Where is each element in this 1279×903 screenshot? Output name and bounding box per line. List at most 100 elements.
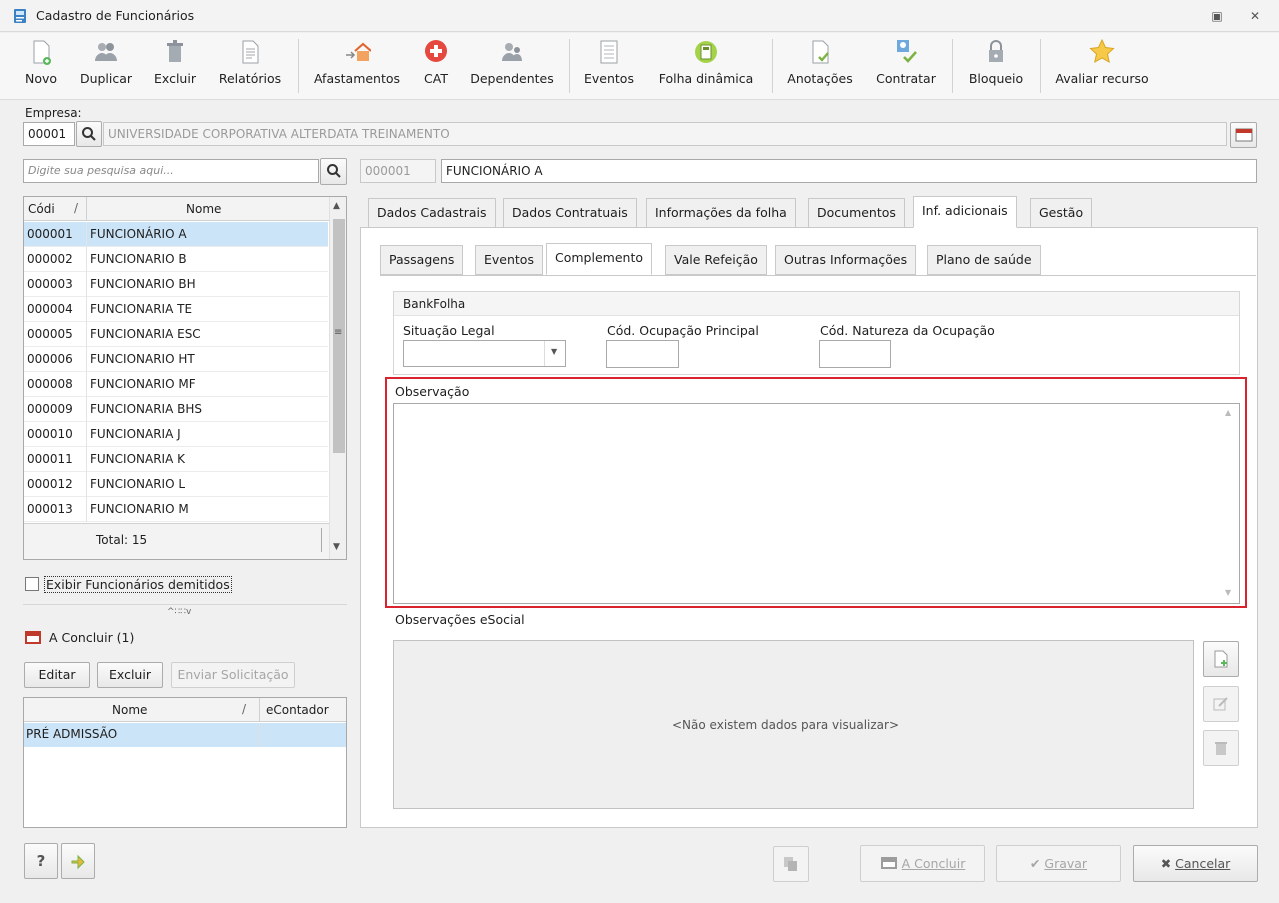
pending-col-name[interactable]: Nome [112, 703, 147, 717]
table-row[interactable]: 000004 FUNCIONARIA TE [24, 297, 328, 322]
pending-col-econtador[interactable]: eContador [266, 703, 329, 717]
close-icon[interactable]: ✕ [1244, 6, 1266, 26]
empresa-code-field[interactable]: 00001 [23, 122, 75, 146]
employee-code: 000001 [27, 227, 73, 241]
splitter-handle[interactable]: ^∷∷v [167, 607, 191, 617]
observacao-scrollbar[interactable]: ▲ ▼ [1222, 404, 1239, 603]
tab-vale-refeicao[interactable]: Vale Refeição [665, 245, 767, 275]
search-button[interactable] [320, 158, 347, 185]
natureza-field[interactable] [819, 340, 891, 368]
table-row[interactable]: 000003 FUNCIONARIO BH [24, 272, 328, 297]
send-request-button[interactable]: Enviar Solicitação [171, 662, 295, 688]
search-icon [326, 164, 341, 178]
edit-button[interactable]: Editar [24, 662, 90, 688]
table-row[interactable]: 000001 FUNCIONÁRIO A [24, 222, 328, 247]
add-document-icon [1214, 650, 1228, 668]
house-arrow-icon [346, 42, 371, 61]
employee-code: 000008 [27, 377, 73, 391]
users-icon [95, 43, 117, 61]
employee-name: FUNCIONARIO B [90, 252, 187, 266]
esocial-delete-button[interactable] [1203, 730, 1239, 766]
employee-code: 000010 [27, 427, 73, 441]
total-label: Total: 15 [96, 533, 148, 547]
restore-icon[interactable]: ▣ [1206, 6, 1228, 26]
table-row[interactable]: 000012 FUNCIONARIO L [24, 472, 328, 497]
employee-code: 000009 [27, 402, 73, 416]
employee-code: 000004 [27, 302, 73, 316]
sub-tabs: Passagens Eventos Complemento Vale Refei… [380, 243, 1260, 277]
folha-dinamica-button[interactable]: Folha dinâmica [650, 37, 762, 95]
tab-outras-informacoes[interactable]: Outras Informações [775, 245, 917, 275]
table-row[interactable]: 000002 FUNCIONARIO B [24, 247, 328, 272]
cat-button[interactable]: CAT [416, 37, 456, 95]
notes-check-icon [812, 40, 829, 64]
table-row[interactable]: 000010 FUNCIONARIA J [24, 422, 328, 447]
show-dismissed-checkbox[interactable] [25, 577, 39, 591]
anotacoes-button[interactable]: Anotações [780, 37, 860, 95]
col-code[interactable]: Códi [28, 202, 55, 216]
afastamentos-button[interactable]: Afastamentos [308, 37, 406, 95]
tab-dados-cadastrais[interactable]: Dados Cadastrais [368, 198, 496, 228]
duplicar-button[interactable]: Duplicar [76, 37, 136, 95]
excluir-button[interactable]: Excluir [148, 37, 202, 95]
gravar-button[interactable]: ✔ Gravar [996, 845, 1121, 882]
export-button[interactable] [61, 843, 95, 879]
tab-eventos[interactable]: Eventos [475, 245, 543, 275]
eventos-button[interactable]: Eventos [578, 37, 640, 95]
cancelar-button[interactable]: ✖ Cancelar [1133, 845, 1258, 882]
tab-dados-contratuais[interactable]: Dados Contratuais [503, 198, 637, 228]
export-icon [71, 854, 85, 870]
observacao-label: Observação [395, 384, 470, 399]
show-dismissed-label[interactable]: Exibir Funcionários demitidos [44, 576, 232, 593]
esocial-add-button[interactable] [1203, 641, 1239, 677]
dependentes-button[interactable]: Dependentes [466, 37, 558, 95]
col-name[interactable]: Nome [186, 202, 221, 216]
contratar-button[interactable]: Contratar [868, 37, 944, 95]
tab-documentos[interactable]: Documentos [808, 198, 905, 228]
window-title: Cadastro de Funcionários [36, 8, 195, 23]
situacao-select[interactable]: ▼ [403, 340, 566, 367]
tab-gestao[interactable]: Gestão [1030, 198, 1093, 228]
bloqueio-button[interactable]: Bloqueio [960, 37, 1032, 95]
delete-pending-button[interactable]: Excluir [97, 662, 163, 688]
pending-icon [25, 631, 41, 644]
ocupacao-field[interactable] [606, 340, 679, 368]
esocial-label: Observações eSocial [395, 612, 525, 627]
employee-code: 000003 [27, 277, 73, 291]
table-row[interactable]: 000011 FUNCIONARIA K [24, 447, 328, 472]
tab-complemento[interactable]: Complemento [546, 243, 652, 275]
grid-footer: Total: 15 [24, 523, 329, 559]
tab-plano-saude[interactable]: Plano de saúde [927, 245, 1041, 275]
table-row[interactable]: PRÉ ADMISSÃO [24, 723, 346, 747]
table-row[interactable]: 000013 FUNCIONARIO M [24, 497, 328, 522]
dependents-icon [502, 43, 522, 61]
search-input[interactable]: Digite sua pesquisa aqui... [23, 159, 319, 183]
selected-name-field[interactable]: FUNCIONÁRIO A [441, 159, 1257, 183]
table-row[interactable]: 000008 FUNCIONARIO MF [24, 372, 328, 397]
help-button[interactable]: ? [24, 843, 58, 879]
tab-inf-adicionais[interactable]: Inf. adicionais [913, 196, 1017, 228]
scrollbar[interactable]: ▲ ≡ ▼ [329, 197, 346, 559]
app-icon [14, 9, 26, 23]
novo-button[interactable]: Novo [17, 37, 65, 95]
table-row[interactable]: 000006 FUNCIONARIO HT [24, 347, 328, 372]
relatorios-button[interactable]: Relatórios [213, 37, 287, 95]
employee-name: FUNCIONARIA ESC [90, 327, 201, 341]
close-icon: ✖ [1160, 856, 1172, 871]
empresa-search-button[interactable] [76, 121, 102, 147]
search-icon [82, 127, 96, 141]
table-row[interactable]: 000005 FUNCIONARIA ESC [24, 322, 328, 347]
empresa-calendar-button[interactable] [1230, 122, 1257, 148]
tab-informacoes-folha[interactable]: Informações da folha [646, 198, 796, 228]
tab-passagens[interactable]: Passagens [380, 245, 464, 275]
copy-button[interactable] [773, 846, 809, 882]
table-row[interactable]: 000009 FUNCIONARIA BHS [24, 397, 328, 422]
observacao-textarea[interactable]: ▲ ▼ [393, 403, 1240, 604]
medical-cross-icon [425, 40, 447, 62]
check-icon: ✔ [1029, 856, 1041, 871]
employee-rows: 000001 FUNCIONÁRIO A 000002 FUNCIONARIO B 00… [24, 222, 328, 522]
esocial-edit-button[interactable] [1203, 686, 1239, 722]
avaliar-recurso-button[interactable]: Avaliar recurso [1048, 37, 1156, 95]
employee-name: FUNCIONARIO BH [90, 277, 196, 291]
a-concluir-button[interactable]: A Concluir [860, 845, 985, 882]
